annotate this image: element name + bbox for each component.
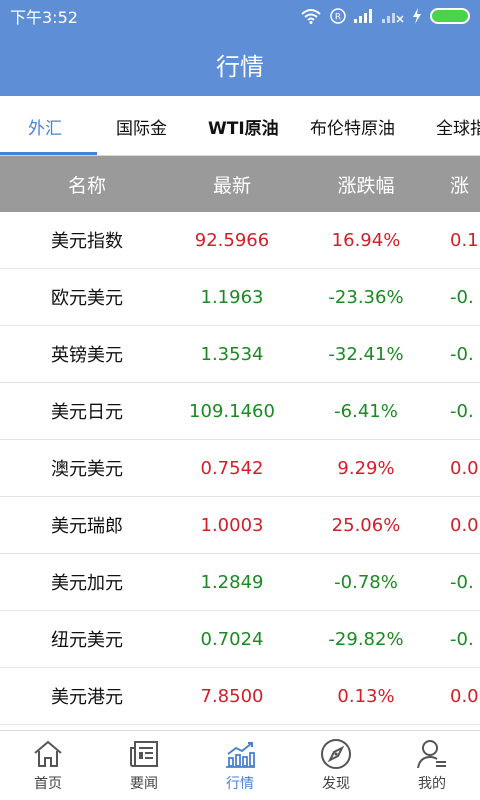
tab-forex[interactable]: 外汇 [28, 96, 62, 155]
row-change-pct: -6.41% [334, 400, 398, 422]
status-time: 下午3:52 [10, 8, 78, 27]
table-row[interactable]: 澳元美元 0.7542 9.29% 0.0 [0, 440, 480, 497]
row-latest: 1.3534 [200, 343, 264, 365]
header-change-pct: 涨跌幅 [337, 174, 395, 197]
row-extra: -0. [450, 343, 474, 365]
row-name: 美元港元 [51, 687, 123, 708]
user-icon [415, 737, 449, 771]
row-extra: 0.0 [450, 685, 479, 707]
table-row[interactable]: 美元港元 7.8500 0.13% 0.0 [0, 668, 480, 725]
tab-international-gold[interactable]: 国际金 [116, 96, 167, 155]
row-latest: 109.1460 [189, 400, 275, 422]
nav-news[interactable]: 要闻 [96, 731, 192, 800]
row-change-pct: -29.82% [328, 628, 404, 650]
status-bar: 下午3:52 R [0, 0, 480, 32]
tab-label: 全球指 [436, 118, 480, 139]
nav-home[interactable]: 首页 [0, 731, 96, 800]
row-name: 美元瑞郎 [51, 516, 123, 537]
row-name: 美元加元 [51, 573, 123, 594]
row-extra: -0. [450, 400, 474, 422]
header-name: 名称 [67, 174, 106, 197]
battery-icon [430, 8, 470, 24]
row-name: 英镑美元 [51, 345, 123, 366]
row-extra: 0.1 [450, 229, 479, 251]
nav-discover[interactable]: 发现 [288, 731, 384, 800]
table-row[interactable]: 英镑美元 1.3534 -32.41% -0. [0, 326, 480, 383]
table-row[interactable]: 美元瑞郎 1.0003 25.06% 0.0 [0, 497, 480, 554]
tab-wti-crude[interactable]: WTI原油 [208, 96, 279, 155]
nav-label: 行情 [226, 776, 254, 792]
home-icon [31, 737, 65, 771]
row-latest: 1.0003 [200, 514, 264, 536]
tab-global-index[interactable]: 全球指 [436, 96, 480, 155]
row-latest: 1.2849 [200, 571, 264, 593]
market-tabs: 外汇 国际金 WTI原油 布伦特原油 全球指 [0, 96, 480, 156]
row-change-pct: 25.06% [331, 514, 401, 536]
row-change-pct: -23.36% [328, 286, 404, 308]
row-change-pct: 0.13% [337, 685, 395, 707]
table-row[interactable]: 欧元美元 1.1963 -23.36% -0. [0, 269, 480, 326]
row-latest: 0.7542 [200, 457, 264, 479]
row-name: 欧元美元 [51, 288, 123, 309]
row-latest: 1.1963 [200, 286, 264, 308]
row-name: 澳元美元 [51, 459, 123, 480]
svg-text:R: R [335, 13, 341, 23]
nav-mine[interactable]: 我的 [384, 731, 480, 800]
signal-icon [354, 9, 372, 23]
signal-off-icon [382, 13, 404, 23]
nav-label: 要闻 [130, 776, 158, 792]
active-tab-indicator [0, 152, 97, 155]
row-change-pct: 9.29% [337, 457, 395, 479]
table-row[interactable]: 纽元美元 0.7024 -29.82% -0. [0, 611, 480, 668]
registered-icon: R [330, 8, 346, 24]
status-icons: R [300, 8, 470, 24]
page-title: 行情 [216, 52, 264, 81]
row-extra: 0.0 [450, 457, 479, 479]
row-extra: -0. [450, 571, 474, 593]
table-header: 名称 最新 涨跌幅 涨 [0, 156, 480, 212]
row-name: 美元指数 [51, 231, 123, 252]
nav-label: 首页 [34, 776, 62, 792]
row-change-pct: 16.94% [331, 229, 401, 251]
row-latest: 0.7024 [200, 628, 264, 650]
nav-label: 我的 [418, 776, 446, 792]
quote-list: 美元指数 92.5966 16.94% 0.1 欧元美元 1.1963 -23.… [0, 212, 480, 730]
compass-icon [319, 737, 353, 771]
market-chart-icon [223, 737, 257, 771]
tab-label: 外汇 [28, 118, 62, 139]
row-extra: 0.0 [450, 514, 479, 536]
charging-icon [413, 8, 421, 24]
table-row[interactable]: 美元加元 1.2849 -0.78% -0. [0, 554, 480, 611]
row-extra: -0. [450, 628, 474, 650]
wifi-icon [301, 9, 321, 24]
tab-label: WTI原油 [208, 118, 279, 139]
tab-brent-crude[interactable]: 布伦特原油 [310, 96, 395, 155]
bottom-nav: 首页 要闻 行情 发现 我的 [0, 730, 480, 800]
row-latest: 7.8500 [200, 685, 264, 707]
tab-label: 布伦特原油 [310, 118, 395, 139]
row-name: 纽元美元 [51, 630, 123, 651]
news-icon [127, 737, 161, 771]
nav-label: 发现 [322, 776, 350, 792]
row-change-pct: -32.41% [328, 343, 404, 365]
row-name: 美元日元 [51, 402, 123, 423]
header-latest: 最新 [212, 174, 251, 197]
table-row[interactable]: 美元指数 92.5966 16.94% 0.1 [0, 212, 480, 269]
table-row[interactable]: 美元日元 109.1460 -6.41% -0. [0, 383, 480, 440]
row-extra: -0. [450, 286, 474, 308]
app-bar: 行情 [0, 32, 480, 96]
row-change-pct: -0.78% [334, 571, 398, 593]
row-latest: 92.5966 [194, 229, 270, 251]
tab-label: 国际金 [116, 118, 167, 139]
nav-market[interactable]: 行情 [192, 731, 288, 800]
header-extra: 涨 [450, 174, 470, 197]
